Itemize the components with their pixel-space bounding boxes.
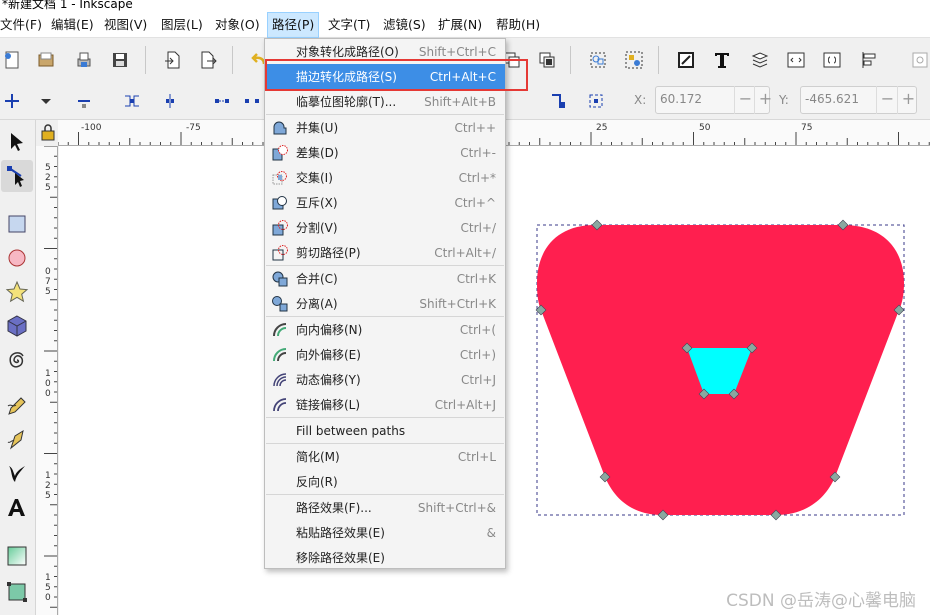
menu-item-label: 移除路径效果(E) [296,551,385,565]
exclusion-icon [271,194,289,212]
menu-item-label: 差集(D) [296,146,339,160]
menu-item-exclusion[interactable]: 互斥(X) Ctrl+^ [265,190,505,215]
menu-item-simplify[interactable]: 简化(M) Ctrl+L [265,444,505,469]
menu-item-label: 对象转化成路径(O) [296,45,399,59]
menu-item-label: 简化(M) [296,450,340,464]
menu-item-shortcut: Ctrl+- [460,145,496,160]
menu-item-label: 反向(R) [296,475,338,489]
menu-item-label: 向内偏移(N) [296,323,363,337]
menu-item-inset[interactable]: 向内偏移(N) Ctrl+( [265,317,505,342]
menu-item-shortcut: Ctrl+( [459,322,496,337]
menu-item-shortcut: Shift+Ctrl+C [418,44,496,59]
menu-item-label: 剪切路径(P) [296,246,361,260]
menu-item-cut-path[interactable]: 剪切路径(P) Ctrl+Alt+/ [265,240,505,265]
difference-icon [271,144,289,162]
menu-item-label: 并集(U) [296,121,339,135]
division-icon [271,219,289,237]
menu-item-linked-offset[interactable]: 链接偏移(L) Ctrl+Alt+J [265,392,505,417]
menu-item-division[interactable]: 分割(V) Ctrl+/ [265,215,505,240]
menu-item-shortcut: Ctrl+Alt+J [434,397,496,412]
watermark-text: CSDN @岳涛@心馨电脑 [726,591,916,611]
dynamic-offset-icon [271,371,289,389]
linked-offset-icon [271,396,289,414]
menu-item-shortcut: Ctrl+/ [460,220,496,235]
menu-item-shortcut: & [486,525,496,540]
menu-item-fill-between-paths[interactable]: Fill between paths [265,418,505,443]
menu-item-shortcut: Ctrl+) [459,347,496,362]
menu-item-outset[interactable]: 向外偏移(E) Ctrl+) [265,342,505,367]
menu-item-label: 链接偏移(L) [296,398,361,412]
menu-item-shortcut: Ctrl++ [454,120,496,135]
outset-icon [271,346,289,364]
menu-item-shortcut: Shift+Alt+B [424,94,496,109]
menu-item-shortcut: Ctrl+^ [454,195,496,210]
menu-item-difference[interactable]: 差集(D) Ctrl+- [265,140,505,165]
menu-item-shortcut: Ctrl+* [458,170,496,185]
menu-item-path-effects[interactable]: 路径效果(F)... Shift+Ctrl+& [265,495,505,520]
menu-item-label: 合并(C) [296,272,338,286]
menu-item-label: 互斥(X) [296,196,338,210]
menu-item-paste-path-effect[interactable]: 粘贴路径效果(E) & [265,520,505,545]
menu-item-shortcut: Shift+Ctrl+& [417,500,496,515]
union-icon [271,119,289,137]
menu-item-trace-bitmap[interactable]: 临摹位图轮廓(T)... Shift+Alt+B [265,89,505,114]
menu-item-shortcut: Shift+Ctrl+K [419,296,496,311]
inset-icon [271,321,289,339]
menu-item-label: 分割(V) [296,221,338,235]
annotation-highlight-box [265,59,528,91]
menu-item-label: 粘贴路径效果(E) [296,526,385,540]
menu-item-intersection[interactable]: 交集(I) Ctrl+* [265,165,505,190]
combine-icon [271,270,289,288]
menu-item-dynamic-offset[interactable]: 动态偏移(Y) Ctrl+J [265,367,505,392]
menu-item-label: 路径效果(F)... [296,501,372,515]
intersection-icon [271,169,289,187]
menu-item-reverse[interactable]: 反向(R) [265,469,505,494]
menu-item-label: 向外偏移(E) [296,348,361,362]
menu-item-shortcut: Ctrl+L [457,449,496,464]
menu-item-union[interactable]: 并集(U) Ctrl++ [265,115,505,140]
menu-item-shortcut: Ctrl+Alt+/ [434,245,496,260]
menu-item-label: Fill between paths [296,423,406,438]
menu-item-label: 动态偏移(Y) [296,373,361,387]
menu-item-shortcut: Ctrl+J [461,372,496,387]
menu-item-label: 交集(I) [296,171,333,185]
menu-item-label: 临摹位图轮廓(T)... [296,95,397,109]
break-apart-icon [271,295,289,313]
menu-item-shortcut: Ctrl+K [456,271,496,286]
menu-item-remove-path-effect[interactable]: 移除路径效果(E) [265,545,505,570]
path-menu-dropdown: 对象转化成路径(O) Shift+Ctrl+C 描边转化成路径(S) Ctrl+… [264,38,506,569]
menu-item-combine[interactable]: 合并(C) Ctrl+K [265,266,505,291]
menu-item-break-apart[interactable]: 分离(A) Shift+Ctrl+K [265,291,505,316]
cut-path-icon [271,244,289,262]
menu-item-label: 分离(A) [296,297,338,311]
